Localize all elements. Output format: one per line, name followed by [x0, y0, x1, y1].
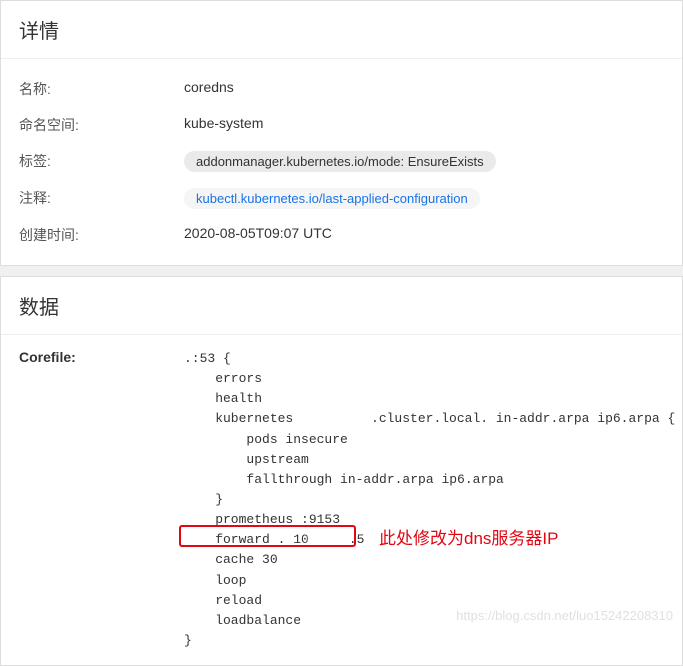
cf-line: cache 30: [184, 552, 278, 567]
tag-value-wrap: addonmanager.kubernetes.io/mode: EnsureE…: [184, 151, 664, 172]
detail-row-name: 名称: coredns: [19, 71, 664, 107]
detail-row-created: 创建时间: 2020-08-05T09:07 UTC: [19, 217, 664, 253]
detail-row-namespace: 命名空间: kube-system: [19, 107, 664, 143]
data-header: 数据: [1, 277, 682, 335]
annotation-value-wrap: kubectl.kubernetes.io/last-applied-confi…: [184, 188, 664, 209]
tag-pill[interactable]: addonmanager.kubernetes.io/mode: EnsureE…: [184, 151, 496, 172]
cf-line: }: [184, 492, 223, 507]
cf-line: reload: [184, 593, 262, 608]
cf-line: errors: [184, 371, 262, 386]
cf-line: }: [184, 633, 192, 648]
corefile-label: Corefile:: [19, 349, 184, 651]
details-body: 名称: coredns 命名空间: kube-system 标签: addonm…: [1, 59, 682, 265]
name-value: coredns: [184, 79, 664, 95]
name-label: 名称:: [19, 79, 184, 99]
created-label: 创建时间:: [19, 225, 184, 245]
cf-line: loadbalance: [184, 613, 301, 628]
tag-label: 标签:: [19, 151, 184, 171]
highlight-box: [179, 525, 356, 547]
details-panel: 详情 名称: coredns 命名空间: kube-system 标签: add…: [0, 0, 683, 266]
created-value: 2020-08-05T09:07 UTC: [184, 225, 664, 241]
cf-line: upstream: [184, 452, 309, 467]
cf-line: .:53 {: [184, 351, 231, 366]
cf-line: health: [184, 391, 262, 406]
cf-line: fallthrough in-addr.arpa ip6.arpa: [184, 472, 504, 487]
cf-line: loop: [184, 573, 246, 588]
cf-line: pods insecure: [184, 432, 348, 447]
detail-row-tag: 标签: addonmanager.kubernetes.io/mode: Ens…: [19, 143, 664, 180]
corefile-content: .:53 { errors health kubernetes .cluster…: [184, 349, 675, 651]
detail-row-annotation: 注释: kubectl.kubernetes.io/last-applied-c…: [19, 180, 664, 217]
details-header: 详情: [1, 1, 682, 59]
annotation-text: 此处修改为dns服务器IP: [379, 524, 558, 549]
watermark: https://blog.csdn.net/luo15242208310: [456, 608, 673, 623]
namespace-value: kube-system: [184, 115, 664, 131]
cf-line: kubernetes: [184, 411, 301, 426]
namespace-label: 命名空间:: [19, 115, 184, 135]
annotation-link[interactable]: kubectl.kubernetes.io/last-applied-confi…: [184, 188, 480, 209]
annotation-label: 注释:: [19, 188, 184, 208]
redacted-text: [301, 413, 371, 425]
cf-line: .cluster.local. in-addr.arpa ip6.arpa {: [371, 411, 675, 426]
